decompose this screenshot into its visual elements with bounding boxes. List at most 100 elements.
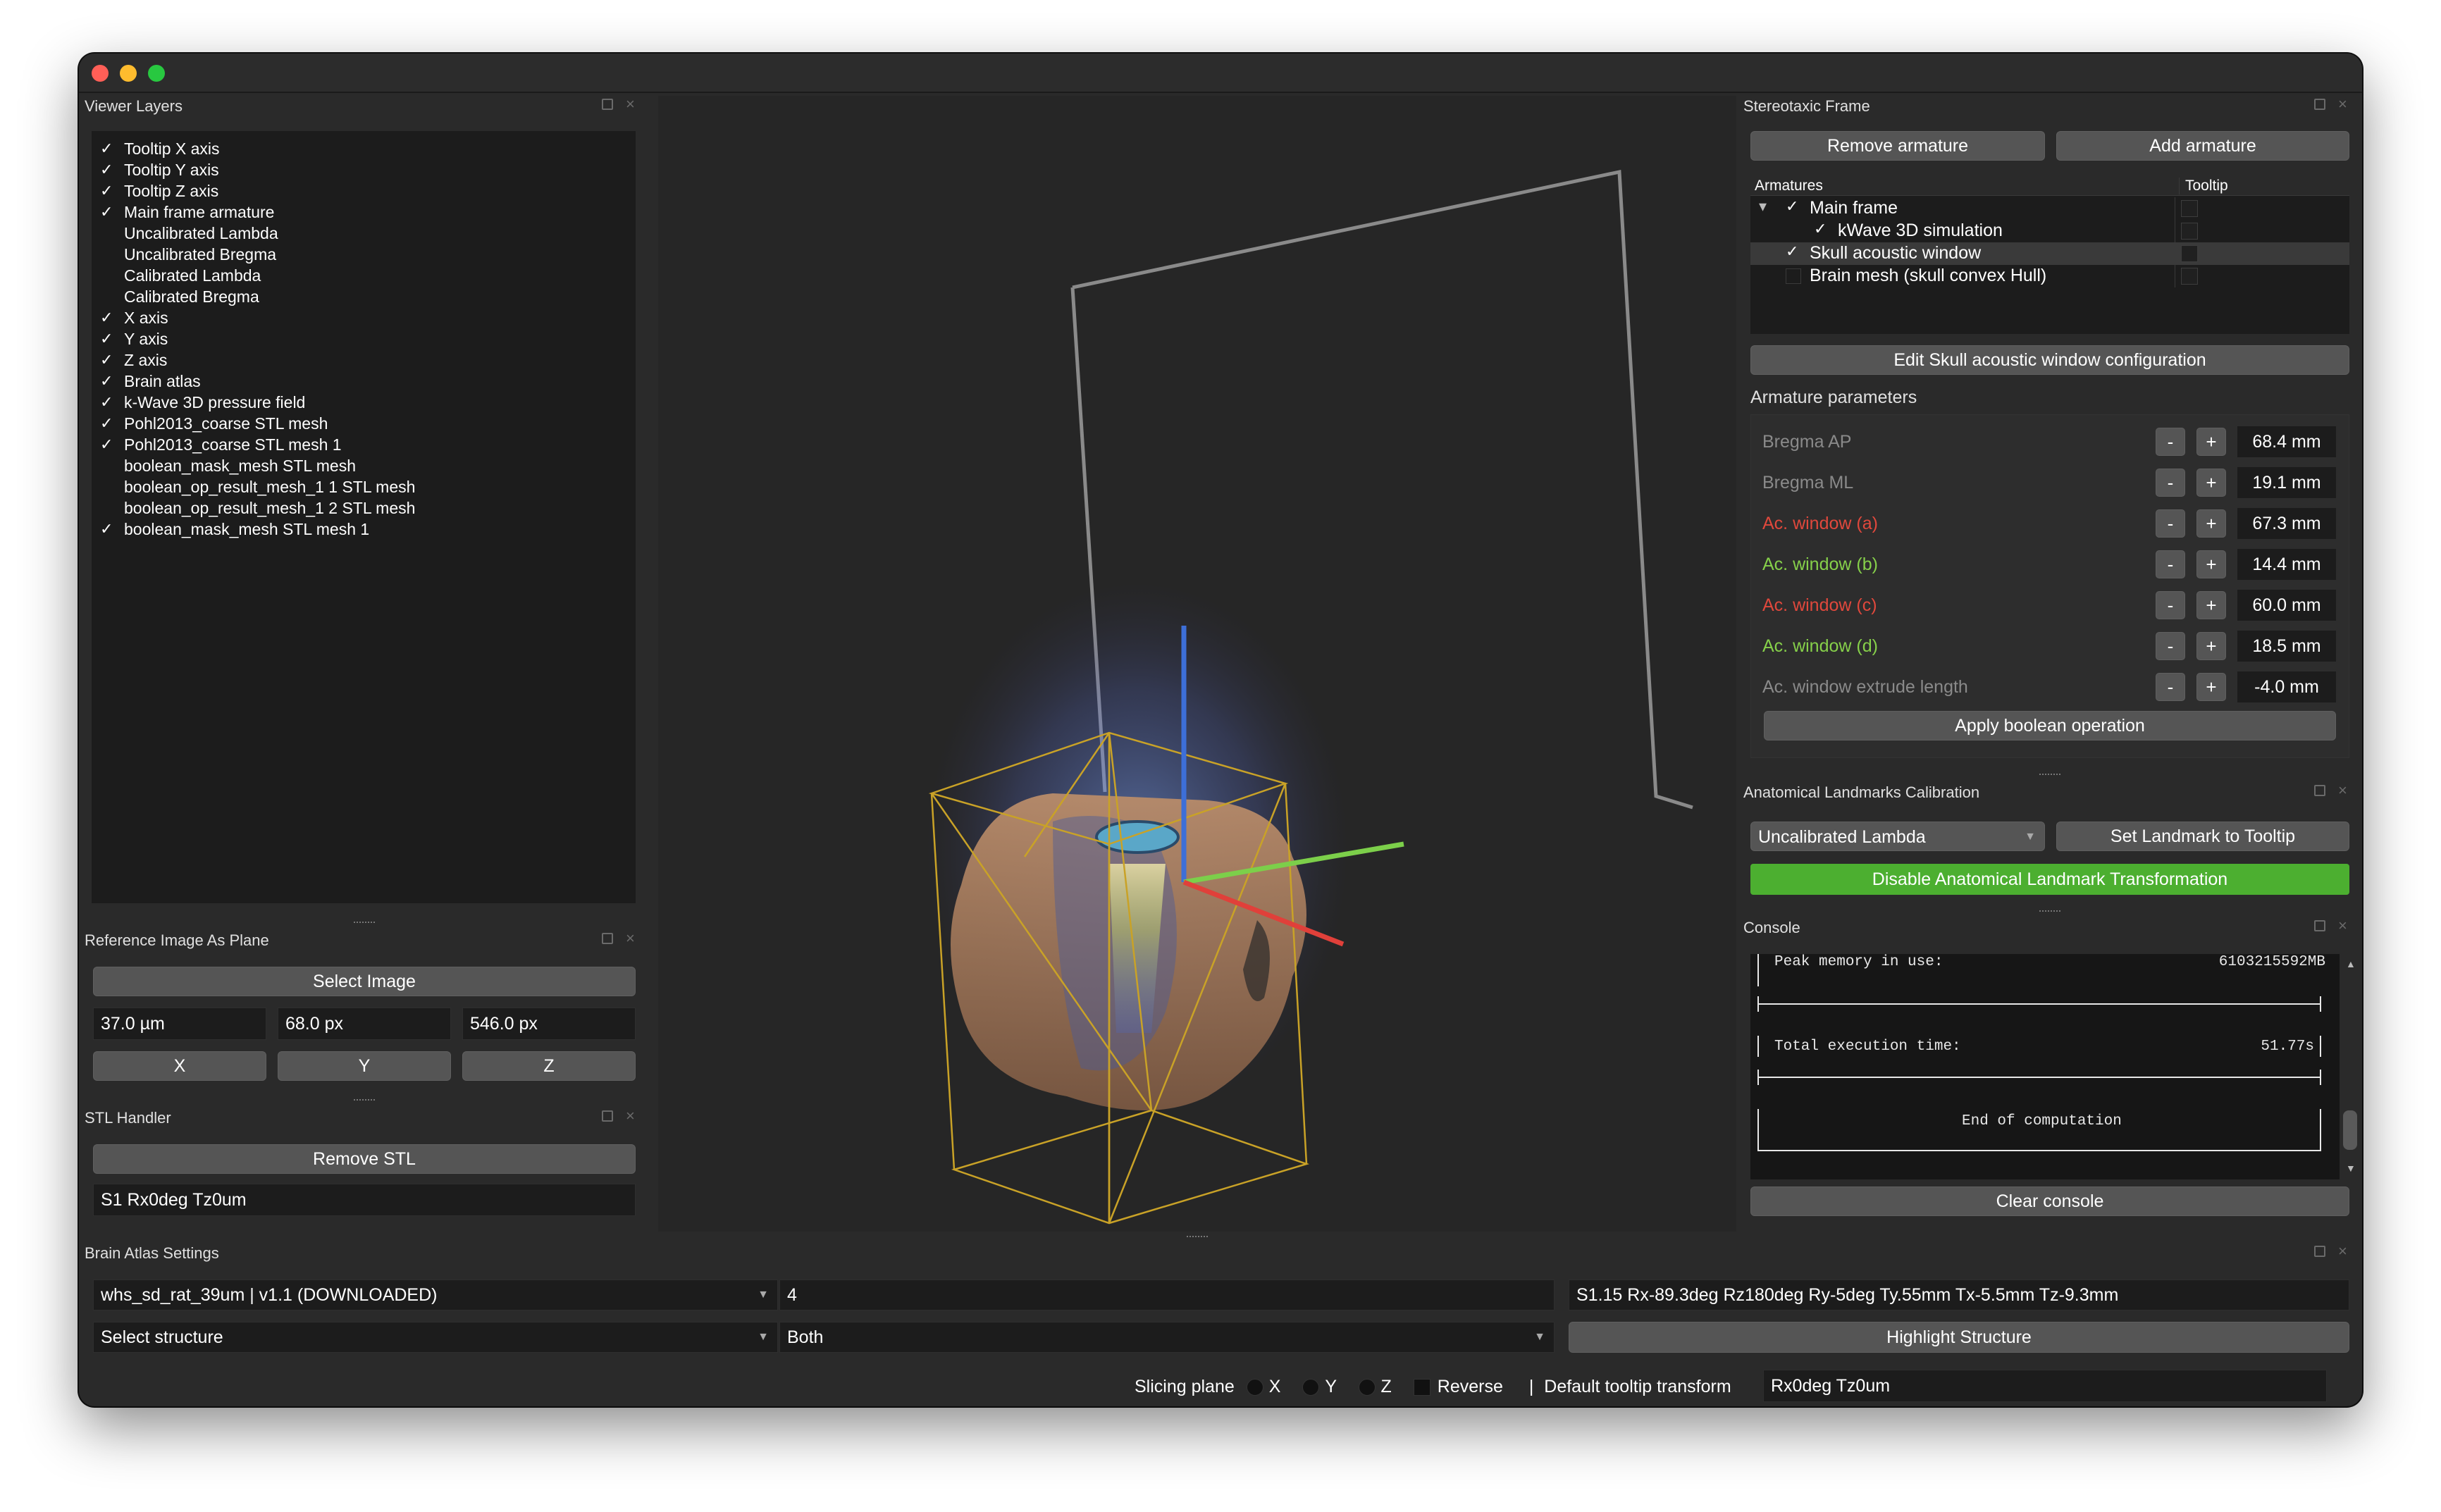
layer-checkbox[interactable]: ✓: [100, 520, 114, 538]
layer-checkbox[interactable]: ✓: [100, 161, 114, 179]
tooltip-checkbox[interactable]: [2181, 223, 2198, 240]
increment-button[interactable]: +: [2196, 428, 2226, 456]
console-output[interactable]: Peak memory in use: 6103215592MB Total e…: [1750, 954, 2340, 1179]
offset-y-field[interactable]: 546.0 px: [462, 1008, 636, 1040]
splitter-handle[interactable]: [2039, 910, 2060, 915]
remove-armature-button[interactable]: Remove armature: [1750, 131, 2045, 161]
reverse-checkbox[interactable]: [1413, 1379, 1430, 1396]
slice-z-radio[interactable]: [1358, 1379, 1376, 1396]
close-window-dot[interactable]: [92, 65, 109, 82]
param-value-field[interactable]: 19.1 mm: [2237, 467, 2336, 498]
param-value-field[interactable]: 67.3 mm: [2237, 508, 2336, 539]
plane-x-button[interactable]: X: [93, 1051, 266, 1081]
param-value-field[interactable]: 18.5 mm: [2237, 631, 2336, 662]
landmark-select[interactable]: Uncalibrated Lambda ▼: [1750, 822, 2045, 851]
scroll-down-icon[interactable]: ▼: [2346, 1163, 2356, 1174]
armature-checkbox[interactable]: [1786, 268, 1801, 284]
float-icon[interactable]: [2314, 1246, 2325, 1257]
increment-button[interactable]: +: [2196, 509, 2226, 538]
apply-boolean-button[interactable]: Apply boolean operation: [1764, 711, 2336, 740]
layer-checkbox[interactable]: ✓: [100, 414, 114, 433]
float-icon[interactable]: [2314, 785, 2325, 796]
scroll-thumb[interactable]: [2343, 1110, 2357, 1150]
layer-checkbox[interactable]: ✓: [100, 140, 114, 158]
layer-checkbox[interactable]: ✓: [100, 203, 114, 221]
scroll-up-icon[interactable]: ▲: [2346, 958, 2356, 969]
edit-acoustic-window-button[interactable]: Edit Skull acoustic window configuration: [1750, 345, 2349, 375]
layer-checkbox[interactable]: ✓: [100, 435, 114, 454]
increment-button[interactable]: +: [2196, 469, 2226, 497]
layer-checkbox[interactable]: ✓: [100, 330, 114, 348]
layer-checkbox[interactable]: ✓: [100, 351, 114, 369]
close-icon[interactable]: ×: [626, 97, 635, 112]
decrement-button[interactable]: -: [2156, 428, 2185, 456]
pixel-size-field[interactable]: 37.0 µm: [93, 1008, 266, 1040]
increment-button[interactable]: +: [2196, 550, 2226, 578]
tooltip-checkbox[interactable]: [2181, 200, 2198, 217]
splitter-handle[interactable]: [2039, 774, 2060, 778]
armature-tree-row[interactable]: ✓ kWave 3D simulation: [1750, 220, 2349, 242]
clear-console-button[interactable]: Clear console: [1750, 1186, 2349, 1216]
close-icon[interactable]: ×: [626, 1108, 635, 1124]
splitter-handle[interactable]: [354, 922, 375, 926]
armature-checkbox[interactable]: ✓: [1786, 197, 1798, 216]
minimize-window-dot[interactable]: [120, 65, 137, 82]
splitter-handle[interactable]: [354, 1099, 375, 1103]
select-image-button[interactable]: Select Image: [93, 967, 636, 996]
param-value-field[interactable]: 14.4 mm: [2237, 549, 2336, 580]
tooltip-transform-field[interactable]: Rx0deg Tz0um: [1763, 1370, 2327, 1402]
disable-landmark-transform-button[interactable]: Disable Anatomical Landmark Transformati…: [1750, 864, 2349, 895]
console-scrollbar[interactable]: ▲ ▼: [2341, 954, 2359, 1179]
slice-y-radio[interactable]: [1302, 1379, 1320, 1396]
armature-checkbox[interactable]: ✓: [1814, 220, 1827, 238]
remove-stl-button[interactable]: Remove STL: [93, 1144, 636, 1174]
float-icon[interactable]: [2314, 920, 2325, 931]
chevron-down-icon[interactable]: ▾: [1759, 197, 1767, 216]
atlas-number-field[interactable]: 4: [779, 1279, 1555, 1310]
param-value-field[interactable]: 60.0 mm: [2237, 590, 2336, 621]
armature-tree-row[interactable]: ▾ ✓ Main frame: [1750, 197, 2349, 220]
param-value-field[interactable]: 68.4 mm: [2237, 426, 2336, 457]
stl-transform-field[interactable]: S1 Rx0deg Tz0um: [93, 1184, 636, 1216]
increment-button[interactable]: +: [2196, 591, 2226, 619]
atlas-transform-field[interactable]: S1.15 Rx-89.3deg Rz180deg Ry-5deg Ty.55m…: [1569, 1279, 2349, 1310]
float-icon[interactable]: [602, 933, 613, 944]
tooltip-checkbox[interactable]: [2181, 245, 2198, 262]
float-icon[interactable]: [2314, 99, 2325, 110]
maximize-window-dot[interactable]: [148, 65, 165, 82]
armature-tree-row[interactable]: ✓ Skull acoustic window: [1750, 242, 2349, 265]
float-icon[interactable]: [602, 1110, 613, 1122]
decrement-button[interactable]: -: [2156, 591, 2185, 619]
decrement-button[interactable]: -: [2156, 673, 2185, 701]
add-armature-button[interactable]: Add armature: [2056, 131, 2349, 161]
set-landmark-button[interactable]: Set Landmark to Tooltip: [2056, 822, 2349, 851]
atlas-select[interactable]: whs_sd_rat_39um | v1.1 (DOWNLOADED) ▼: [93, 1279, 778, 1310]
increment-button[interactable]: +: [2196, 673, 2226, 701]
layer-checkbox[interactable]: ✓: [100, 309, 114, 327]
hemisphere-select[interactable]: Both ▼: [779, 1322, 1555, 1353]
layer-checkbox[interactable]: ✓: [100, 182, 114, 200]
close-icon[interactable]: ×: [2338, 783, 2347, 798]
plane-z-button[interactable]: Z: [462, 1051, 636, 1081]
close-icon[interactable]: ×: [2338, 97, 2347, 112]
offset-x-field[interactable]: 68.0 px: [278, 1008, 451, 1040]
structure-select[interactable]: Select structure ▼: [93, 1322, 778, 1353]
plane-y-button[interactable]: Y: [278, 1051, 451, 1081]
decrement-button[interactable]: -: [2156, 632, 2185, 660]
param-value-field[interactable]: -4.0 mm: [2237, 671, 2336, 702]
armature-checkbox[interactable]: ✓: [1786, 242, 1798, 261]
splitter-handle[interactable]: [1187, 1236, 1208, 1240]
close-icon[interactable]: ×: [2338, 1244, 2347, 1259]
slice-x-radio[interactable]: [1246, 1379, 1263, 1396]
layer-checkbox[interactable]: ✓: [100, 393, 114, 411]
increment-button[interactable]: +: [2196, 632, 2226, 660]
decrement-button[interactable]: -: [2156, 550, 2185, 578]
layer-checkbox[interactable]: ✓: [100, 372, 114, 390]
decrement-button[interactable]: -: [2156, 469, 2185, 497]
3d-viewport[interactable]: [658, 96, 1736, 1232]
armature-tree-row[interactable]: Brain mesh (skull convex Hull): [1750, 265, 2349, 287]
close-icon[interactable]: ×: [2338, 918, 2347, 934]
decrement-button[interactable]: -: [2156, 509, 2185, 538]
close-icon[interactable]: ×: [626, 931, 635, 946]
float-icon[interactable]: [602, 99, 613, 110]
